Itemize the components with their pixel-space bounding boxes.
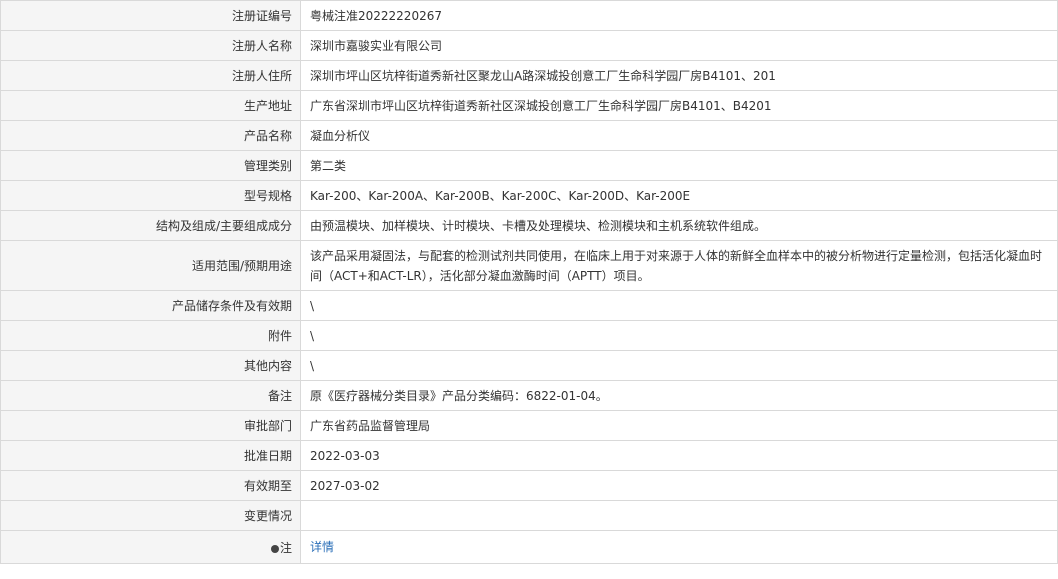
lightbulb-icon <box>270 544 279 553</box>
table-row: 批准日期 2022-03-03 <box>0 440 1058 471</box>
row-label-registration-number: 注册证编号 <box>0 0 301 31</box>
row-label-production-address: 生产地址 <box>0 90 301 121</box>
row-label-model-spec: 型号规格 <box>0 180 301 211</box>
row-value-registrant-name: 深圳市嘉骏实业有限公司 <box>300 30 1058 61</box>
row-label-other-content: 其他内容 <box>0 350 301 381</box>
table-row: 注 详情 <box>0 530 1058 564</box>
table-row: 注册人住所 深圳市坪山区坑梓街道秀新社区聚龙山A路深城投创意工厂生命科学园厂房B… <box>0 60 1058 91</box>
row-label-intended-use: 适用范围/预期用途 <box>0 240 301 291</box>
table-row: 型号规格 Kar-200、Kar-200A、Kar-200B、Kar-200C、… <box>0 180 1058 211</box>
row-label-management-category: 管理类别 <box>0 150 301 181</box>
row-label-remarks: 备注 <box>0 380 301 411</box>
table-row: 审批部门 广东省药品监督管理局 <box>0 410 1058 441</box>
row-value-attachments: \ <box>300 320 1058 351</box>
row-value-storage-validity: \ <box>300 290 1058 321</box>
row-value-remarks: 原《医疗器械分类目录》产品分类编码：6822-01-04。 <box>300 380 1058 411</box>
row-label-registrant-name: 注册人名称 <box>0 30 301 61</box>
row-label-storage-validity: 产品储存条件及有效期 <box>0 290 301 321</box>
details-link[interactable]: 详情 <box>310 540 334 554</box>
table-row: 备注 原《医疗器械分类目录》产品分类编码：6822-01-04。 <box>0 380 1058 411</box>
row-label-product-name: 产品名称 <box>0 120 301 151</box>
row-label-attachments: 附件 <box>0 320 301 351</box>
table-row: 适用范围/预期用途 该产品采用凝固法，与配套的检测试剂共同使用，在临床上用于对来… <box>0 240 1058 291</box>
table-row: 产品名称 凝血分析仪 <box>0 120 1058 151</box>
row-label-note: 注 <box>0 530 301 564</box>
table-row: 结构及组成/主要组成成分 由预温模块、加样模块、计时模块、卡槽及处理模块、检测模… <box>0 210 1058 241</box>
note-label: 注 <box>279 540 292 555</box>
row-value-intended-use: 该产品采用凝固法，与配套的检测试剂共同使用，在临床上用于对来源于人体的新鲜全血样… <box>300 240 1058 291</box>
row-value-other-content: \ <box>300 350 1058 381</box>
table-row: 其他内容 \ <box>0 350 1058 381</box>
table-row: 有效期至 2027-03-02 <box>0 470 1058 501</box>
row-value-valid-until: 2027-03-02 <box>300 470 1058 501</box>
table-row: 附件 \ <box>0 320 1058 351</box>
row-label-approval-date: 批准日期 <box>0 440 301 471</box>
row-label-registrant-address: 注册人住所 <box>0 60 301 91</box>
row-value-management-category: 第二类 <box>300 150 1058 181</box>
row-value-registrant-address: 深圳市坪山区坑梓街道秀新社区聚龙山A路深城投创意工厂生命科学园厂房B4101、2… <box>300 60 1058 91</box>
table-row: 注册证编号 粤械注准20222220267 <box>0 0 1058 31</box>
row-value-approval-department: 广东省药品监督管理局 <box>300 410 1058 441</box>
registration-record-table: 注册证编号 粤械注准20222220267 注册人名称 深圳市嘉骏实业有限公司 … <box>0 0 1058 564</box>
table-row: 注册人名称 深圳市嘉骏实业有限公司 <box>0 30 1058 61</box>
row-value-note: 详情 <box>300 530 1058 564</box>
table-row: 管理类别 第二类 <box>0 150 1058 181</box>
row-value-model-spec: Kar-200、Kar-200A、Kar-200B、Kar-200C、Kar-2… <box>300 180 1058 211</box>
row-label-change-history: 变更情况 <box>0 500 301 531</box>
table-row: 生产地址 广东省深圳市坪山区坑梓街道秀新社区深城投创意工厂生命科学园厂房B410… <box>0 90 1058 121</box>
row-value-production-address: 广东省深圳市坪山区坑梓街道秀新社区深城投创意工厂生命科学园厂房B4101、B42… <box>300 90 1058 121</box>
row-value-approval-date: 2022-03-03 <box>300 440 1058 471</box>
row-value-registration-number: 粤械注准20222220267 <box>300 0 1058 31</box>
row-value-structure-composition: 由预温模块、加样模块、计时模块、卡槽及处理模块、检测模块和主机系统软件组成。 <box>300 210 1058 241</box>
table-row: 变更情况 <box>0 500 1058 531</box>
row-value-product-name: 凝血分析仪 <box>300 120 1058 151</box>
row-label-structure-composition: 结构及组成/主要组成成分 <box>0 210 301 241</box>
row-label-valid-until: 有效期至 <box>0 470 301 501</box>
row-label-approval-department: 审批部门 <box>0 410 301 441</box>
row-value-change-history <box>300 500 1058 531</box>
table-row: 产品储存条件及有效期 \ <box>0 290 1058 321</box>
